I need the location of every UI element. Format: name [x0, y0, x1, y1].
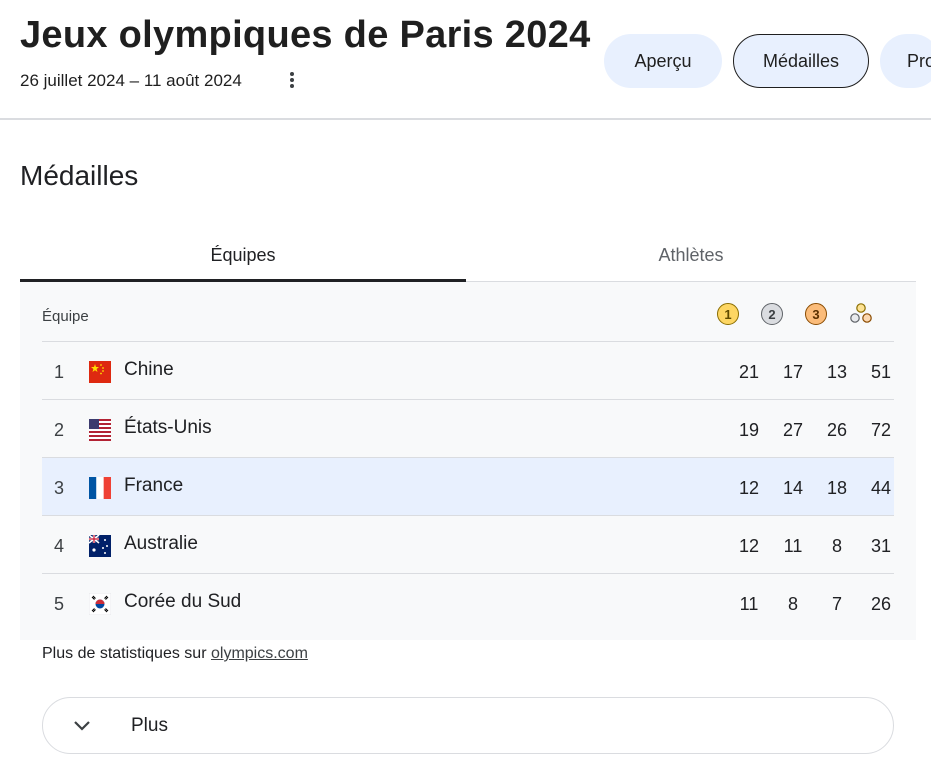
silver-count: 17	[782, 362, 804, 382]
medal-table: Équipe 1 2 3 1 Chine 21 17 13 51 2 États…	[20, 282, 916, 640]
chip-pro[interactable]: Pro	[880, 34, 931, 88]
total-count: 51	[870, 362, 892, 382]
australia-flag-icon	[89, 535, 111, 557]
tab-equipes[interactable]: Équipes	[20, 228, 466, 282]
rank: 3	[54, 478, 65, 498]
event-dates: 26 juillet 2024 – 11 août 2024	[20, 71, 242, 90]
rank: 2	[54, 420, 65, 440]
silver-count: 8	[787, 594, 798, 614]
tab-athletes[interactable]: Athlètes	[466, 228, 916, 282]
bronze-count: 7	[831, 594, 842, 614]
team-column-header: Équipe	[42, 308, 89, 325]
table-row[interactable]: 3 France 12 14 18 44	[42, 457, 894, 515]
bronze-count: 26	[826, 420, 848, 440]
gold-count: 12	[738, 536, 760, 556]
country-name: Australie	[124, 533, 198, 554]
table-header: Équipe 1 2 3	[20, 282, 916, 341]
total-count: 31	[870, 536, 892, 556]
france-flag-icon	[89, 477, 111, 499]
china-flag-icon	[89, 361, 111, 383]
gold-count: 21	[738, 362, 760, 382]
more-button[interactable]: Plus	[42, 697, 894, 754]
country-name: États-Unis	[124, 417, 212, 438]
page-title: Jeux olympiques de Paris 2024	[20, 14, 591, 56]
stats-prefix: Plus de statistiques sur	[42, 645, 207, 662]
chevron-down-icon	[71, 715, 93, 737]
table-row[interactable]: 2 États-Unis 19 27 26 72	[42, 399, 894, 457]
table-row[interactable]: 4 Australie 12 11 8 31	[42, 515, 894, 573]
silver-count: 14	[782, 478, 804, 498]
south-korea-flag-icon	[89, 593, 111, 615]
country-name: Corée du Sud	[124, 591, 242, 612]
country-name: France	[124, 475, 184, 496]
country-name: Chine	[124, 359, 174, 380]
table-row[interactable]: 5 Corée du Sud 11 8 7 26	[42, 573, 894, 631]
section-title: Médailles	[20, 160, 139, 191]
total-count: 44	[870, 478, 892, 498]
rank: 4	[54, 536, 65, 556]
bronze-medal-icon: 3	[805, 303, 827, 325]
olympics-link[interactable]: olympics.com	[211, 645, 308, 662]
total-medals-icon	[849, 301, 873, 325]
header: Jeux olympiques de Paris 2024 26 juillet…	[0, 0, 931, 120]
gold-count: 12	[738, 478, 760, 498]
chip-medailles[interactable]: Médailles	[733, 34, 869, 88]
chip-apercu[interactable]: Aperçu	[604, 34, 722, 88]
total-count: 26	[870, 594, 892, 614]
stats-footnote: Plus de statistiques sur olympics.com	[42, 645, 308, 663]
bronze-count: 13	[826, 362, 848, 382]
more-options-icon[interactable]	[283, 69, 301, 91]
table-row[interactable]: 1 Chine 21 17 13 51	[42, 341, 894, 399]
bronze-count: 18	[826, 478, 848, 498]
rank: 1	[54, 362, 65, 382]
gold-count: 19	[738, 420, 760, 440]
silver-medal-icon: 2	[761, 303, 783, 325]
bronze-count: 8	[831, 536, 842, 556]
rank: 5	[54, 594, 65, 614]
silver-count: 27	[782, 420, 804, 440]
silver-count: 11	[783, 536, 803, 556]
gold-count: 11	[739, 594, 759, 614]
total-count: 72	[870, 420, 892, 440]
gold-medal-icon: 1	[717, 303, 739, 325]
more-button-label: Plus	[131, 715, 168, 736]
usa-flag-icon	[89, 419, 111, 441]
